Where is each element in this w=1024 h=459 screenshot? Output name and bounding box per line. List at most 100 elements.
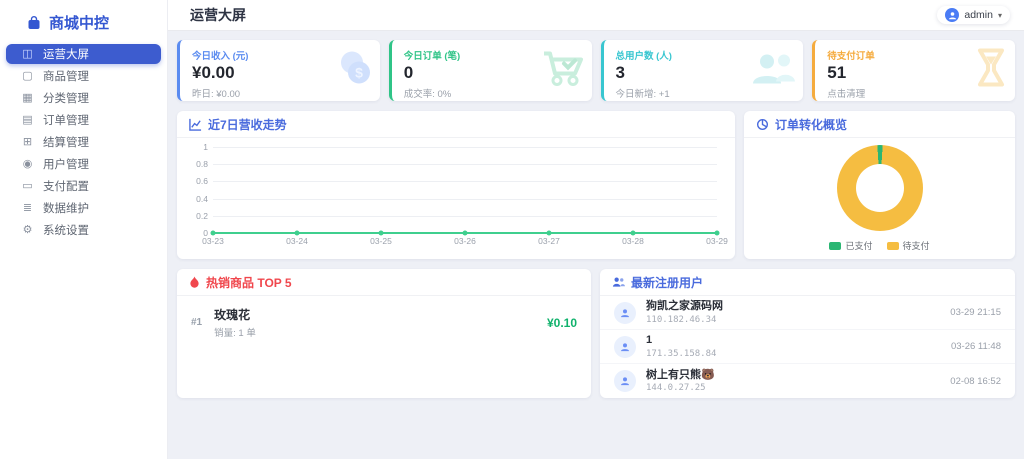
database-icon: ≣ bbox=[21, 203, 34, 214]
stat-card-orders: 今日订单 (笔) 0 成交率: 0% bbox=[389, 40, 592, 101]
x-axis-tick: 03-25 bbox=[370, 236, 392, 246]
user-name: 1 bbox=[646, 334, 716, 347]
main-area: 运营大屏 admin ▾ 今日收入 (元) ¥0.00 昨日: ¥0.00 bbox=[168, 0, 1024, 459]
gridline bbox=[213, 199, 717, 200]
sidebar-item-settings[interactable]: ⚙ 系统设置 bbox=[6, 220, 161, 240]
registration-time: 02-08 16:52 bbox=[950, 376, 1001, 387]
app-window: 商城中控 ◫ 运营大屏 ▢ 商品管理 ▦ 分类管理 ▤ 订单管理 ⊞ 结算管理 bbox=[0, 0, 1024, 459]
x-axis-tick: 03-26 bbox=[454, 236, 476, 246]
section-title: 订单转化概览 bbox=[775, 116, 847, 133]
sidebar-item-categories[interactable]: ▦ 分类管理 bbox=[6, 88, 161, 108]
lists-row: 热销商品 TOP 5 #1 玫瑰花 销量: 1 单 ¥0.10 bbox=[177, 269, 1015, 398]
conversion-chart: 已支付 待支付 bbox=[744, 138, 1015, 259]
user-group-icon bbox=[612, 276, 625, 288]
hourglass-icon bbox=[973, 46, 1009, 95]
gridline bbox=[213, 147, 717, 148]
sidebar-item-dashboard[interactable]: ◫ 运营大屏 bbox=[6, 44, 161, 64]
user-name: 树上有只熊🐻 bbox=[646, 369, 715, 382]
stat-cards-row: 今日收入 (元) ¥0.00 昨日: ¥0.00 $ 今日订单 (笔) 0 成交 bbox=[177, 40, 1015, 101]
stat-card-pending-orders[interactable]: 待支付订单 51 点击清理 bbox=[812, 40, 1015, 101]
y-axis-tick: 0.2 bbox=[196, 211, 208, 221]
sidebar-item-label: 商品管理 bbox=[43, 68, 89, 84]
user-name: admin bbox=[964, 9, 993, 21]
legend-label: 待支付 bbox=[903, 239, 930, 252]
sidebar-item-label: 数据维护 bbox=[43, 200, 89, 216]
x-axis-tick: 03-29 bbox=[706, 236, 728, 246]
registration-time: 03-26 11:48 bbox=[951, 341, 1001, 352]
user-avatar-icon bbox=[945, 8, 959, 22]
chart-legend: 已支付 待支付 bbox=[744, 239, 1015, 252]
legend-item[interactable]: 已支付 bbox=[829, 239, 872, 252]
page-title: 运营大屏 bbox=[190, 5, 246, 25]
y-axis-tick: 0.8 bbox=[196, 159, 208, 169]
user-list-item: 树上有只熊🐻 144.0.27.25 02-08 16:52 bbox=[600, 364, 1015, 398]
dashboard-content: 今日收入 (元) ¥0.00 昨日: ¥0.00 $ 今日订单 (笔) 0 成交 bbox=[168, 31, 1024, 407]
sidebar-item-settlement[interactable]: ⊞ 结算管理 bbox=[6, 132, 161, 152]
order-list-icon: ▤ bbox=[21, 115, 34, 126]
user-list-item: 1 171.35.158.84 03-26 11:48 bbox=[600, 330, 1015, 364]
revenue-card-header: 近7日营收走势 bbox=[177, 111, 735, 138]
legend-item[interactable]: 待支付 bbox=[887, 239, 930, 252]
settlement-icon: ⊞ bbox=[21, 137, 34, 148]
shopping-bag-icon bbox=[26, 15, 42, 31]
sidebar-item-orders[interactable]: ▤ 订单管理 bbox=[6, 110, 161, 130]
product-price: ¥0.10 bbox=[547, 316, 577, 330]
product-rank: #1 bbox=[191, 317, 202, 328]
hot-products-card: 热销商品 TOP 5 #1 玫瑰花 销量: 1 单 ¥0.10 bbox=[177, 269, 591, 398]
user-ip: 110.182.46.34 bbox=[646, 315, 723, 325]
stat-card-revenue: 今日收入 (元) ¥0.00 昨日: ¥0.00 $ bbox=[177, 40, 380, 101]
dashboard-icon: ◫ bbox=[21, 49, 34, 60]
gear-icon: ⚙ bbox=[21, 225, 34, 236]
user-name: 狗凯之家源码网 bbox=[646, 300, 723, 313]
payment-card-icon: ▭ bbox=[21, 181, 34, 192]
sidebar-menu: ◫ 运营大屏 ▢ 商品管理 ▦ 分类管理 ▤ 订单管理 ⊞ 结算管理 ◉ 用户管… bbox=[0, 44, 167, 240]
hot-products-header: 热销商品 TOP 5 bbox=[177, 269, 591, 296]
line-chart-icon bbox=[189, 118, 202, 131]
revenue-trend-card: 近7日营收走势 00.20.40.60.81 03-2303-2403-2503… bbox=[177, 111, 735, 259]
gridline bbox=[213, 181, 717, 182]
section-title: 近7日营收走势 bbox=[208, 116, 287, 133]
latest-users-header: 最新注册用户 bbox=[600, 269, 1015, 296]
sidebar-item-products[interactable]: ▢ 商品管理 bbox=[6, 66, 161, 86]
gridline bbox=[213, 216, 717, 217]
product-name: 玫瑰花 bbox=[214, 306, 256, 323]
sidebar-item-label: 结算管理 bbox=[43, 134, 89, 150]
user-ip: 171.35.158.84 bbox=[646, 349, 716, 359]
sidebar-item-payment[interactable]: ▭ 支付配置 bbox=[6, 176, 161, 196]
conversion-card: 订单转化概览 已支付 待支付 bbox=[744, 111, 1015, 259]
sidebar-item-users[interactable]: ◉ 用户管理 bbox=[6, 154, 161, 174]
x-axis-tick: 03-27 bbox=[538, 236, 560, 246]
product-icon: ▢ bbox=[21, 71, 34, 82]
registration-time: 03-29 21:15 bbox=[950, 307, 1001, 318]
donut-chart-icon bbox=[756, 118, 769, 131]
gridline bbox=[213, 164, 717, 165]
latest-users-card: 最新注册用户 狗凯之家源码网 110.182.46.34 03-29 21:15 bbox=[600, 269, 1015, 398]
stat-card-users: 总用户数 (人) 3 今日新增: +1 bbox=[601, 40, 804, 101]
user-list-item: 狗凯之家源码网 110.182.46.34 03-29 21:15 bbox=[600, 296, 1015, 330]
y-axis-tick: 1 bbox=[203, 142, 208, 152]
x-axis-tick: 03-24 bbox=[286, 236, 308, 246]
legend-swatch bbox=[829, 242, 841, 250]
legend-swatch bbox=[887, 242, 899, 250]
donut-chart bbox=[837, 145, 923, 231]
user-avatar-icon bbox=[614, 336, 636, 358]
section-title: 热销商品 TOP 5 bbox=[206, 274, 292, 291]
users-icon bbox=[749, 49, 797, 92]
svg-text:$: $ bbox=[355, 64, 363, 80]
revenue-chart: 00.20.40.60.81 03-2303-2403-2503-2603-27… bbox=[177, 138, 735, 247]
y-axis-tick: 0.4 bbox=[196, 194, 208, 204]
charts-row: 近7日营收走势 00.20.40.60.81 03-2303-2403-2503… bbox=[177, 111, 1015, 259]
category-grid-icon: ▦ bbox=[21, 93, 34, 104]
user-avatar-icon bbox=[614, 370, 636, 392]
product-list-item: #1 玫瑰花 销量: 1 单 ¥0.10 bbox=[177, 296, 591, 349]
coins-icon: $ bbox=[330, 48, 374, 93]
product-sales: 销量: 1 单 bbox=[214, 325, 256, 339]
sidebar-item-data[interactable]: ≣ 数据维护 bbox=[6, 198, 161, 218]
sidebar-item-label: 用户管理 bbox=[43, 156, 89, 172]
sidebar-item-label: 订单管理 bbox=[43, 112, 89, 128]
user-group-icon: ◉ bbox=[21, 159, 34, 170]
user-menu[interactable]: admin ▾ bbox=[937, 6, 1010, 24]
flame-icon bbox=[189, 276, 200, 289]
cart-icon bbox=[540, 47, 586, 94]
sidebar-item-label: 支付配置 bbox=[43, 178, 89, 194]
